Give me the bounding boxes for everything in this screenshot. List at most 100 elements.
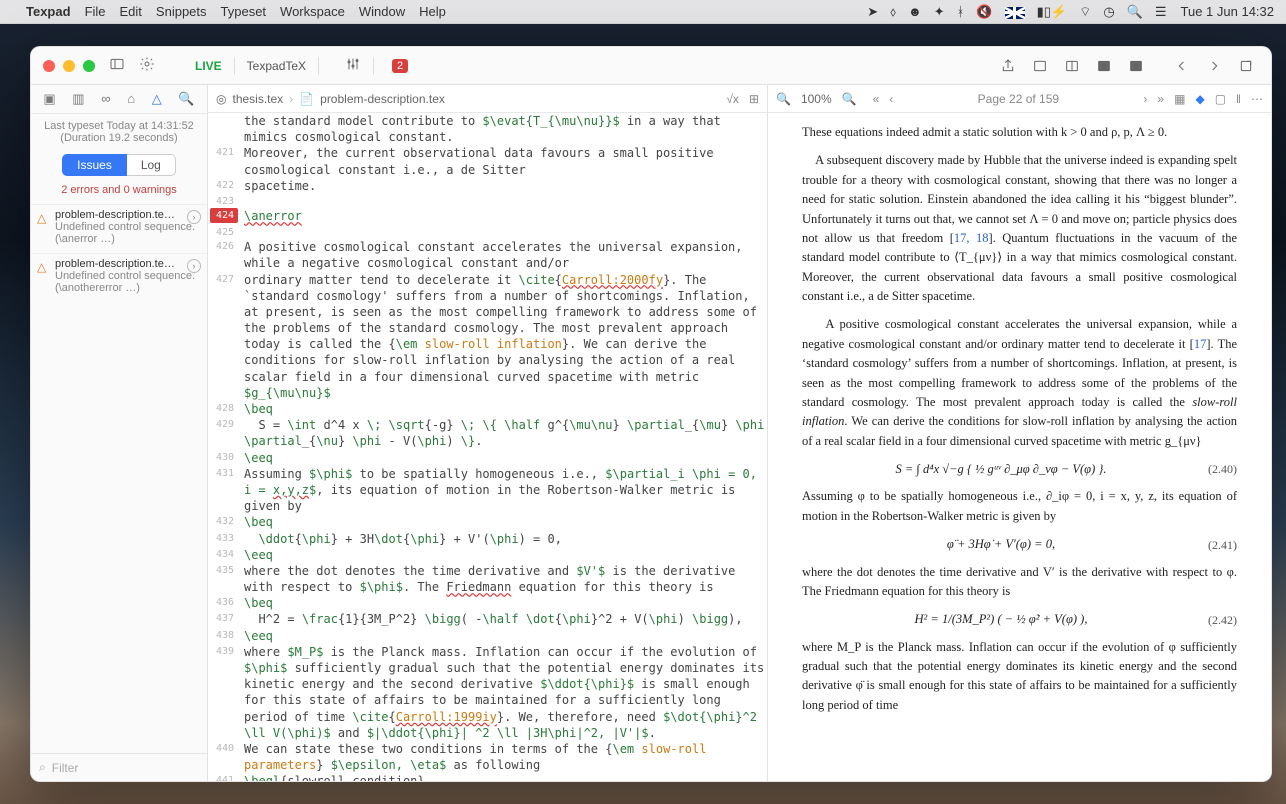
citation-ref[interactable]: 17: [1194, 337, 1207, 351]
wifi-icon[interactable]: ⌔: [1079, 4, 1091, 20]
chevron-right-icon[interactable]: ›: [187, 259, 201, 273]
code-line[interactable]: 431Assuming $\phi$ to be spatially homog…: [208, 466, 767, 515]
code-line[interactable]: 423: [208, 194, 767, 209]
zoom-in-icon[interactable]: 🔍: [842, 92, 857, 106]
menu-help[interactable]: Help: [419, 4, 446, 19]
toggle-sidebar-button[interactable]: [109, 56, 125, 76]
issue-item[interactable]: △ problem-description.te… › Undefined co…: [31, 253, 207, 302]
editor-body[interactable]: the standard model contribute to $\evat{…: [208, 113, 767, 781]
battery-icon[interactable]: ▮▯⚡: [1037, 4, 1068, 20]
code-content[interactable]: \anerror: [238, 208, 767, 224]
code-line[interactable]: 428\beq: [208, 401, 767, 417]
first-page-icon[interactable]: «: [873, 92, 880, 106]
code-line[interactable]: 427ordinary matter tend to decelerate it…: [208, 272, 767, 402]
menu-typeset[interactable]: Typeset: [221, 4, 267, 19]
control-center-icon[interactable]: ☰: [1155, 4, 1167, 20]
code-line[interactable]: 421Moreover, the current observational d…: [208, 145, 767, 177]
outline-view-icon[interactable]: ▣: [43, 91, 55, 107]
files-view-icon[interactable]: ▥: [72, 91, 84, 107]
more-icon[interactable]: ⋯: [1251, 92, 1263, 106]
tab-log[interactable]: Log: [127, 154, 176, 176]
code-content[interactable]: Assuming $\phi$ to be spatially homogene…: [238, 466, 767, 515]
input-source-flag[interactable]: [1005, 4, 1025, 19]
app-name[interactable]: Texpad: [26, 4, 71, 19]
code-content[interactable]: A positive cosmological constant acceler…: [238, 239, 767, 271]
code-content[interactable]: \beql{slowroll-condition}: [238, 773, 767, 781]
spotlight-icon[interactable]: 🔍: [1127, 4, 1143, 20]
code-line[interactable]: 432\beq: [208, 514, 767, 530]
code-line[interactable]: 422spacetime.: [208, 178, 767, 194]
menubar-clock[interactable]: Tue 1 Jun 14:32: [1181, 4, 1274, 19]
code-content[interactable]: \eeq: [238, 628, 767, 644]
share-icon[interactable]: [995, 55, 1021, 77]
menu-window[interactable]: Window: [359, 4, 405, 19]
bluetooth-icon[interactable]: ᚼ: [957, 4, 965, 19]
target-icon[interactable]: ◎: [216, 92, 226, 106]
zoom-window-button[interactable]: [83, 60, 95, 72]
menu-snippets[interactable]: Snippets: [156, 4, 207, 19]
layout-single-icon[interactable]: [1027, 55, 1053, 77]
layout-split-icon[interactable]: [1059, 55, 1085, 77]
issue-item[interactable]: △ problem-description.te… › Undefined co…: [31, 204, 207, 253]
links-view-icon[interactable]: ∞: [101, 91, 110, 107]
code-line[interactable]: 435where the dot denotes the time deriva…: [208, 563, 767, 595]
code-line[interactable]: 439where $M_P$ is the Planck mass. Infla…: [208, 644, 767, 741]
filter-field[interactable]: ⌕ Filter: [31, 753, 207, 781]
code-content[interactable]: We can state these two conditions in ter…: [238, 741, 767, 773]
engine-label[interactable]: TexpadTeX: [247, 59, 306, 73]
bear-icon[interactable]: ☻: [908, 4, 922, 19]
minimize-window-button[interactable]: [63, 60, 75, 72]
evernote-icon[interactable]: ✦: [934, 4, 945, 20]
code-line[interactable]: 430\eeq: [208, 450, 767, 466]
code-content[interactable]: where $M_P$ is the Planck mass. Inflatio…: [238, 644, 767, 741]
code-line[interactable]: 438\eeq: [208, 628, 767, 644]
code-content[interactable]: where the dot denotes the time derivativ…: [238, 563, 767, 595]
error-count-badge[interactable]: 2: [392, 59, 408, 73]
menu-file[interactable]: File: [85, 4, 106, 19]
menu-workspace[interactable]: Workspace: [280, 4, 345, 19]
code-content[interactable]: \eeq: [238, 450, 767, 466]
code-content[interactable]: spacetime.: [238, 178, 767, 194]
next-page-icon[interactable]: ›: [1143, 92, 1147, 106]
sliders-icon[interactable]: [345, 56, 361, 76]
code-line[interactable]: 441\beql{slowroll-condition}: [208, 773, 767, 781]
code-line[interactable]: 433 \ddot{\phi} + 3H\dot{\phi} + V'(\phi…: [208, 531, 767, 547]
prev-page-icon[interactable]: ‹: [889, 92, 893, 106]
layout-editor-icon[interactable]: [1091, 55, 1117, 77]
issues-view-icon[interactable]: △: [152, 91, 162, 107]
code-content[interactable]: the standard model contribute to $\evat{…: [238, 113, 767, 145]
code-line[interactable]: 429 S = \int d^4 x \; \sqrt{-g} \; \{ \h…: [208, 417, 767, 449]
zoom-level[interactable]: 100%: [801, 92, 832, 106]
stop-icon[interactable]: ▢: [1215, 92, 1226, 106]
settings-gear-button[interactable]: [139, 56, 155, 76]
crumb-leaf[interactable]: problem-description.tex: [320, 92, 445, 106]
citation-ref[interactable]: 17, 18: [954, 231, 989, 245]
code-content[interactable]: S = \int d^4 x \; \sqrt{-g} \; \{ \half …: [238, 417, 767, 449]
close-window-button[interactable]: [43, 60, 55, 72]
grid-icon[interactable]: ⊞: [749, 92, 759, 106]
code-line[interactable]: 426A positive cosmological constant acce…: [208, 239, 767, 271]
last-page-icon[interactable]: »: [1157, 92, 1164, 106]
clock-icon[interactable]: ◷: [1103, 4, 1114, 20]
code-line[interactable]: 424\anerror: [208, 208, 767, 224]
prev-page-icon[interactable]: [1169, 55, 1195, 77]
code-content[interactable]: H^2 = \frac{1}{3M_P^2} \bigg( -\half \do…: [238, 611, 767, 627]
code-line[interactable]: 437 H^2 = \frac{1}{3M_P^2} \bigg( -\half…: [208, 611, 767, 627]
preview-body[interactable]: These equations indeed admit a static so…: [768, 113, 1271, 781]
annotation-icon[interactable]: ▦: [1174, 92, 1185, 106]
code-line[interactable]: 425: [208, 225, 767, 240]
dropbox-icon[interactable]: ⬨: [890, 4, 896, 20]
code-content[interactable]: \beq: [238, 595, 767, 611]
mute-icon[interactable]: 🔇: [976, 4, 992, 20]
code-content[interactable]: \ddot{\phi} + 3H\dot{\phi} + V'(\phi) = …: [238, 531, 767, 547]
code-line[interactable]: 434\eeq: [208, 547, 767, 563]
pause-icon[interactable]: ‖: [1236, 92, 1241, 106]
tab-issues[interactable]: Issues: [62, 154, 127, 176]
code-content[interactable]: \beq: [238, 514, 767, 530]
code-line[interactable]: 440We can state these two conditions in …: [208, 741, 767, 773]
code-content[interactable]: \eeq: [238, 547, 767, 563]
code-content[interactable]: ordinary matter tend to decelerate it \c…: [238, 272, 767, 402]
code-line[interactable]: 436\beq: [208, 595, 767, 611]
next-page-icon[interactable]: [1201, 55, 1227, 77]
code-content[interactable]: \beq: [238, 401, 767, 417]
